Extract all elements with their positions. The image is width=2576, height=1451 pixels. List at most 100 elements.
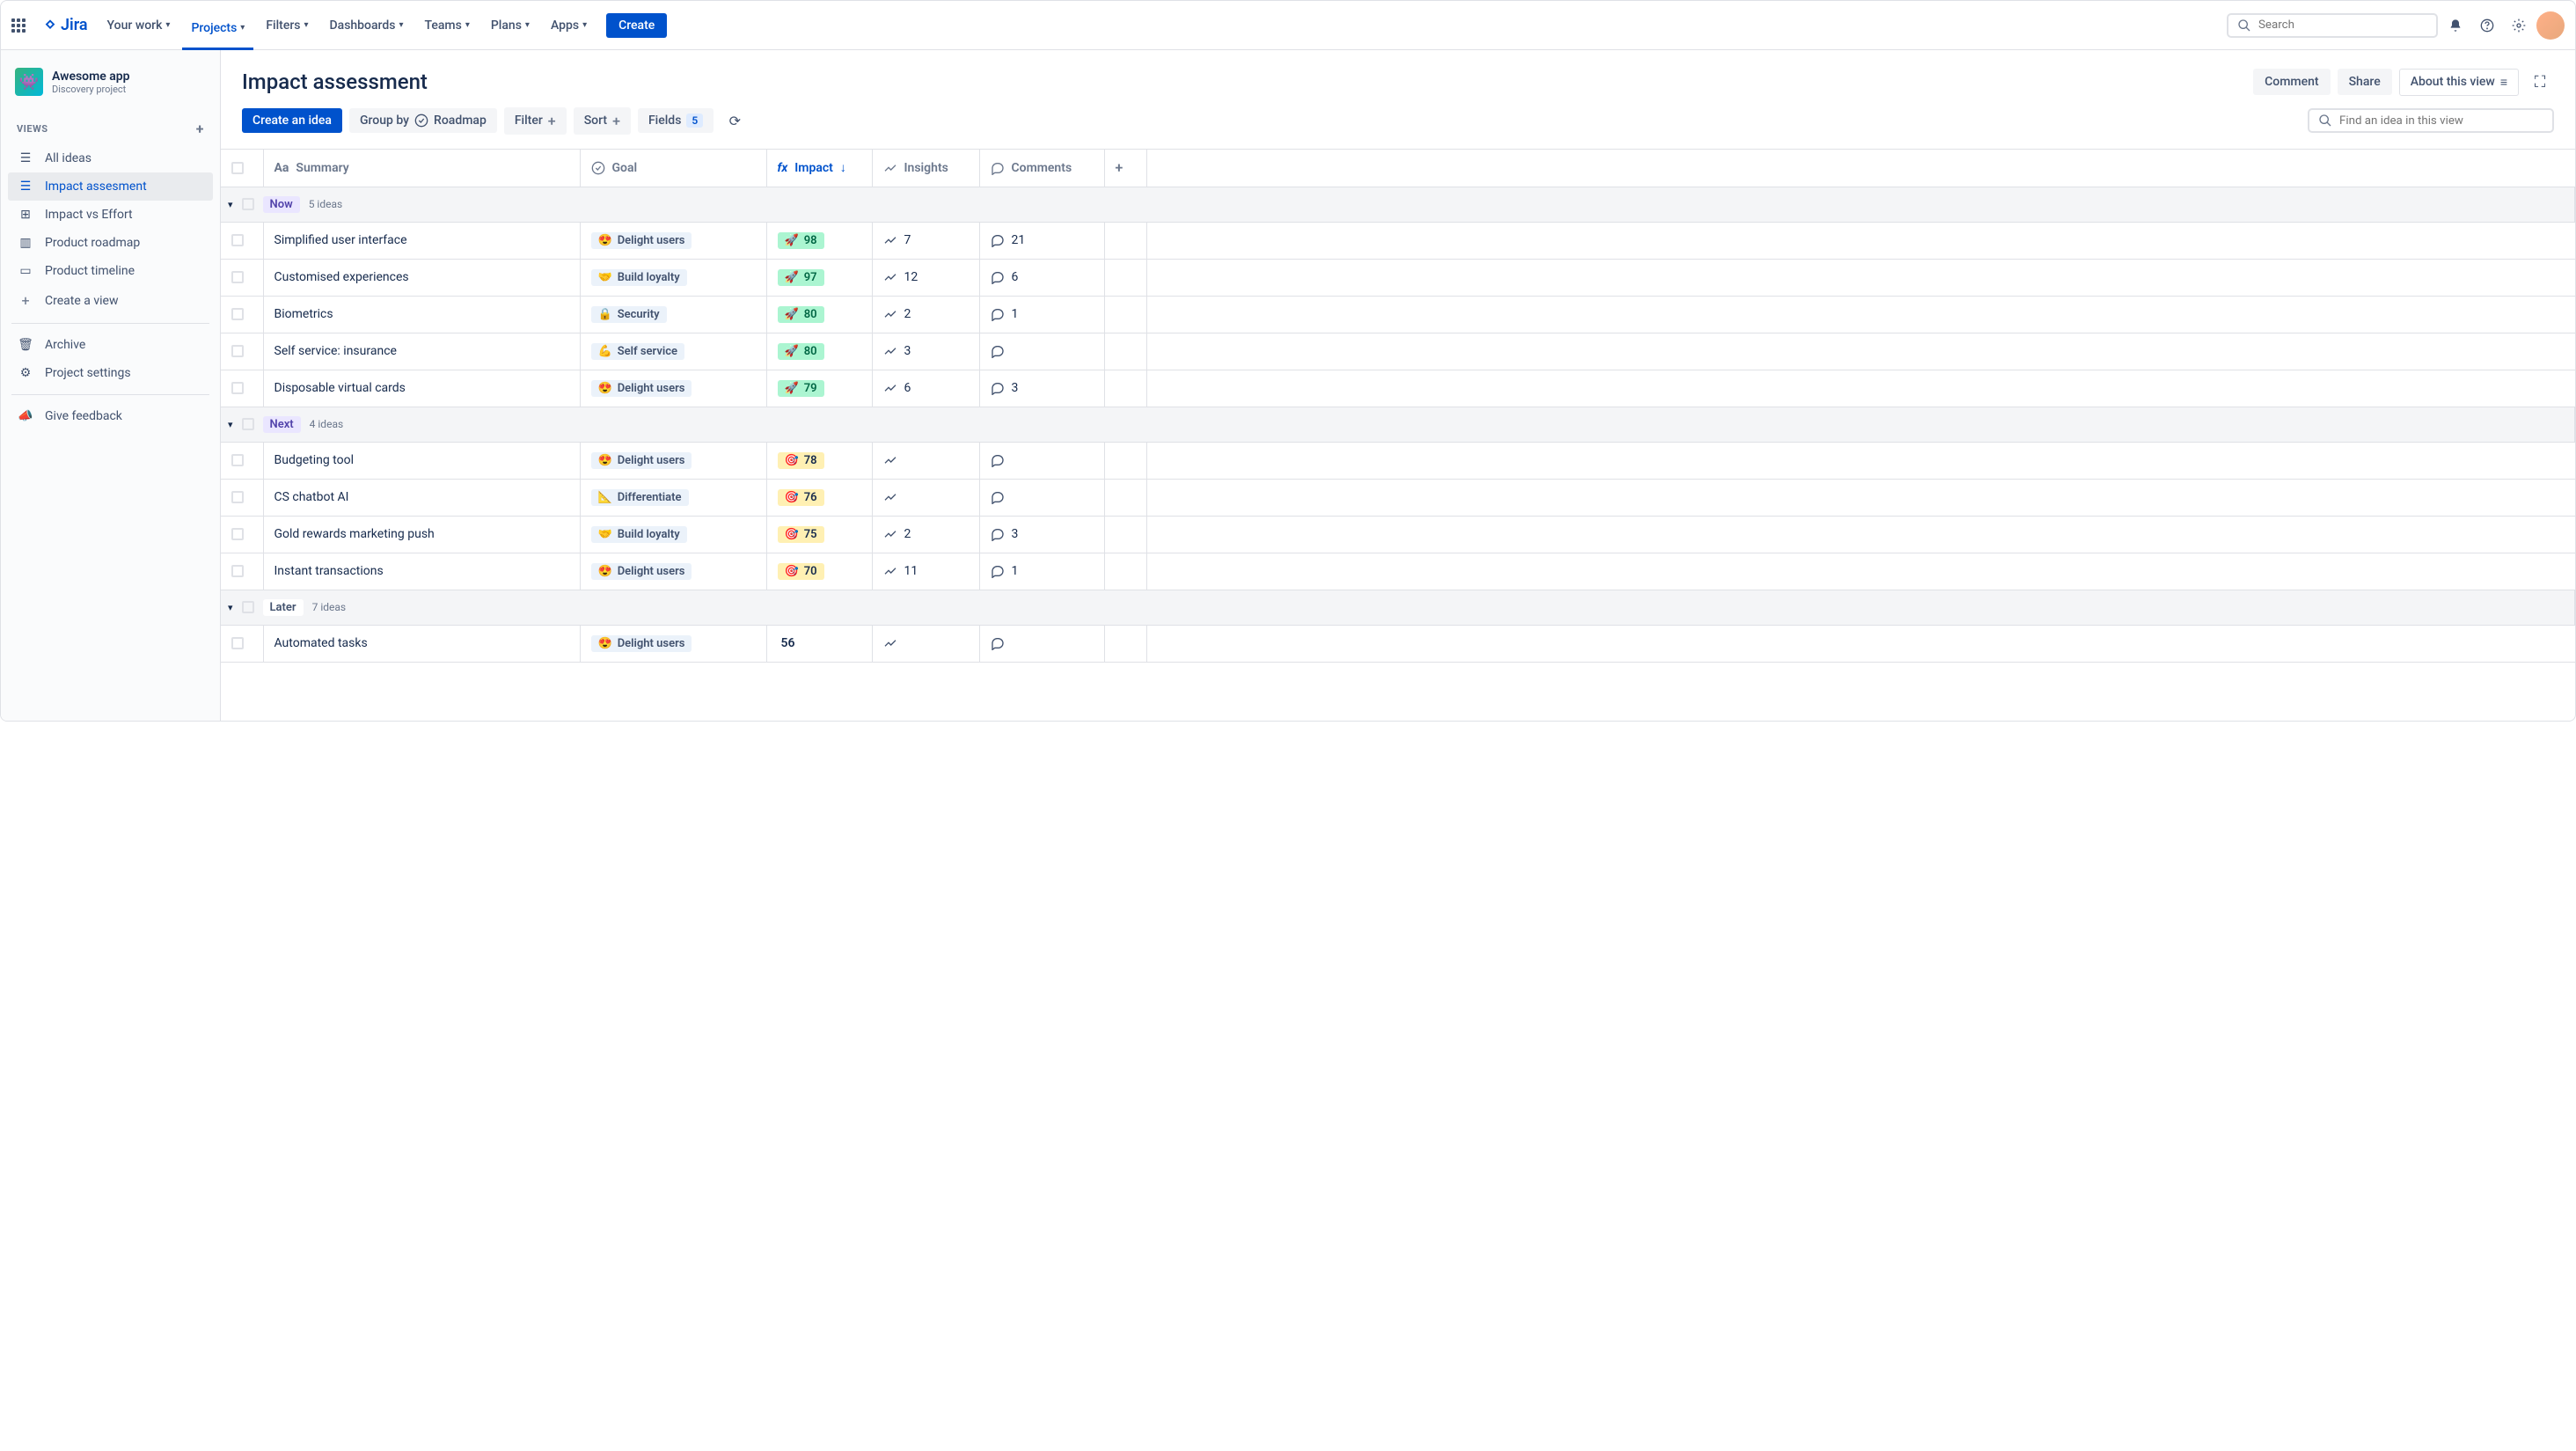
share-button[interactable]: Share bbox=[2338, 69, 2392, 95]
row-checkbox[interactable] bbox=[231, 345, 244, 357]
chevron-down-icon[interactable]: ▾ bbox=[228, 199, 233, 210]
summary-cell[interactable]: CS chatbot AI bbox=[264, 480, 580, 516]
idea-row[interactable]: Gold rewards marketing push🤝Build loyalt… bbox=[221, 516, 2575, 553]
group-row[interactable]: ▾Next4 ideas bbox=[221, 407, 2575, 442]
insights-cell[interactable]: 3 bbox=[873, 333, 979, 370]
comments-cell[interactable] bbox=[980, 626, 1104, 662]
insights-cell[interactable] bbox=[873, 443, 979, 479]
insights-cell[interactable]: 11 bbox=[873, 553, 979, 590]
select-all-checkbox[interactable] bbox=[231, 162, 244, 174]
group-by-button[interactable]: Group by Roadmap bbox=[349, 108, 497, 133]
insights-cell[interactable]: 12 bbox=[873, 260, 979, 296]
nav-teams[interactable]: Teams▾ bbox=[416, 13, 479, 38]
summary-cell[interactable]: Customised experiences bbox=[264, 260, 580, 296]
comments-cell[interactable]: 1 bbox=[980, 297, 1104, 333]
search-input[interactable] bbox=[2258, 18, 2427, 32]
comment-button[interactable]: Comment bbox=[2253, 69, 2330, 95]
summary-cell[interactable]: Disposable virtual cards bbox=[264, 370, 580, 407]
about-view-button[interactable]: About this view≡ bbox=[2399, 69, 2519, 96]
summary-cell[interactable]: Simplified user interface bbox=[264, 223, 580, 259]
sidebar-project-settings[interactable]: ⚙Project settings bbox=[8, 359, 213, 387]
column-goal[interactable]: Goal bbox=[580, 150, 766, 187]
chevron-down-icon[interactable]: ▾ bbox=[228, 602, 233, 613]
refresh-icon[interactable]: ⟳ bbox=[721, 106, 749, 135]
column-insights[interactable]: Insights bbox=[872, 150, 979, 187]
row-checkbox[interactable] bbox=[231, 454, 244, 466]
idea-row[interactable]: Disposable virtual cards😍Delight users🚀7… bbox=[221, 370, 2575, 407]
group-checkbox[interactable] bbox=[242, 198, 254, 210]
sidebar-item-impact-assessment[interactable]: ☰Impact assesment bbox=[8, 172, 213, 201]
summary-cell[interactable]: Automated tasks bbox=[264, 626, 580, 662]
comments-cell[interactable]: 3 bbox=[980, 370, 1104, 407]
row-checkbox[interactable] bbox=[231, 491, 244, 503]
column-summary[interactable]: AaSummary bbox=[263, 150, 580, 187]
user-avatar[interactable] bbox=[2536, 11, 2565, 40]
nav-plans[interactable]: Plans▾ bbox=[482, 13, 538, 38]
nav-apps[interactable]: Apps▾ bbox=[542, 13, 596, 38]
help-icon[interactable] bbox=[2473, 11, 2501, 40]
settings-icon[interactable] bbox=[2505, 11, 2533, 40]
summary-cell[interactable]: Budgeting tool bbox=[264, 443, 580, 479]
comments-cell[interactable]: 3 bbox=[980, 517, 1104, 553]
idea-row[interactable]: Biometrics🔒Security🚀8021 bbox=[221, 296, 2575, 333]
create-idea-button[interactable]: Create an idea bbox=[242, 108, 342, 133]
sort-button[interactable]: Sort+ bbox=[574, 107, 631, 135]
summary-cell[interactable]: Gold rewards marketing push bbox=[264, 517, 580, 553]
chevron-down-icon[interactable]: ▾ bbox=[228, 419, 233, 430]
insights-cell[interactable] bbox=[873, 480, 979, 516]
comments-cell[interactable] bbox=[980, 480, 1104, 516]
idea-row[interactable]: Self service: insurance💪Self service🚀803 bbox=[221, 333, 2575, 370]
find-idea-box[interactable] bbox=[2308, 108, 2554, 133]
fullscreen-icon[interactable]: ⛶ bbox=[2526, 68, 2554, 96]
project-header[interactable]: 👾 Awesome app Discovery project bbox=[8, 64, 213, 114]
comments-cell[interactable] bbox=[980, 333, 1104, 370]
group-row[interactable]: ▾Now5 ideas bbox=[221, 187, 2575, 222]
comments-cell[interactable]: 21 bbox=[980, 223, 1104, 259]
row-checkbox[interactable] bbox=[231, 637, 244, 649]
insights-cell[interactable]: 2 bbox=[873, 517, 979, 553]
nav-your-work[interactable]: Your work▾ bbox=[99, 13, 179, 38]
comments-cell[interactable]: 1 bbox=[980, 553, 1104, 590]
idea-row[interactable]: Simplified user interface😍Delight users🚀… bbox=[221, 222, 2575, 259]
app-switcher-icon[interactable] bbox=[11, 18, 26, 33]
group-checkbox[interactable] bbox=[242, 601, 254, 613]
nav-filters[interactable]: Filters▾ bbox=[257, 13, 317, 38]
comments-cell[interactable]: 6 bbox=[980, 260, 1104, 296]
filter-button[interactable]: Filter+ bbox=[504, 107, 567, 135]
sidebar-item-impact-vs-effort[interactable]: ⊞Impact vs Effort bbox=[8, 201, 213, 229]
sidebar-give-feedback[interactable]: 📣Give feedback bbox=[8, 402, 213, 430]
idea-row[interactable]: Customised experiences🤝Build loyalty🚀971… bbox=[221, 259, 2575, 296]
column-impact[interactable]: fxImpact↓ bbox=[766, 150, 872, 187]
summary-cell[interactable]: Biometrics bbox=[264, 297, 580, 333]
row-checkbox[interactable] bbox=[231, 308, 244, 320]
notifications-icon[interactable] bbox=[2441, 11, 2470, 40]
add-column[interactable]: + bbox=[1104, 150, 1146, 187]
comments-cell[interactable] bbox=[980, 443, 1104, 479]
insights-cell[interactable]: 7 bbox=[873, 223, 979, 259]
create-button[interactable]: Create bbox=[606, 13, 667, 38]
summary-cell[interactable]: Self service: insurance bbox=[264, 333, 580, 370]
row-checkbox[interactable] bbox=[231, 271, 244, 283]
find-idea-input[interactable] bbox=[2339, 114, 2543, 128]
insights-cell[interactable]: 6 bbox=[873, 370, 979, 407]
column-comments[interactable]: Comments bbox=[979, 150, 1104, 187]
group-checkbox[interactable] bbox=[242, 418, 254, 430]
row-checkbox[interactable] bbox=[231, 234, 244, 246]
sidebar-item-create-view[interactable]: +Create a view bbox=[8, 285, 213, 316]
idea-row[interactable]: Automated tasks😍Delight users56 bbox=[221, 625, 2575, 662]
row-checkbox[interactable] bbox=[231, 528, 244, 540]
row-checkbox[interactable] bbox=[231, 565, 244, 577]
global-search[interactable] bbox=[2227, 13, 2438, 38]
add-view-icon[interactable]: + bbox=[196, 121, 204, 137]
jira-logo[interactable]: Jira bbox=[36, 16, 95, 34]
summary-cell[interactable]: Instant transactions bbox=[264, 553, 580, 590]
nav-projects[interactable]: Projects▾ bbox=[182, 16, 253, 50]
nav-dashboards[interactable]: Dashboards▾ bbox=[321, 13, 413, 38]
row-checkbox[interactable] bbox=[231, 382, 244, 394]
sidebar-item-product-timeline[interactable]: ▭Product timeline bbox=[8, 257, 213, 285]
idea-row[interactable]: Budgeting tool😍Delight users🎯78 bbox=[221, 442, 2575, 479]
group-row[interactable]: ▾Later7 ideas bbox=[221, 590, 2575, 625]
sidebar-item-all-ideas[interactable]: ☰All ideas bbox=[8, 144, 213, 172]
sidebar-archive[interactable]: 🗑Archive bbox=[8, 331, 213, 359]
idea-row[interactable]: Instant transactions😍Delight users🎯70111 bbox=[221, 553, 2575, 590]
